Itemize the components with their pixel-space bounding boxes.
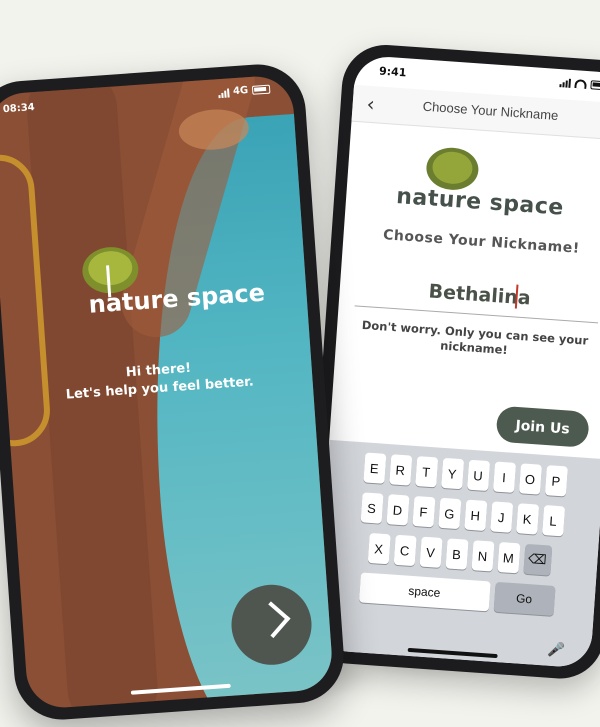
key-r[interactable]: R: [388, 454, 412, 486]
key-x[interactable]: X: [367, 532, 391, 565]
status-time: 08:34: [2, 102, 36, 116]
key-l[interactable]: L: [541, 504, 565, 537]
keyboard-row-4: space Go: [318, 570, 595, 619]
key-p[interactable]: P: [544, 465, 568, 497]
welcome-screen: 08:34 4G nature space Hi there! Let's he…: [0, 74, 335, 710]
key-k[interactable]: K: [515, 503, 539, 535]
on-screen-keyboard: E R T Y U I O P S D F G H J K L X C V B …: [314, 439, 600, 669]
key-e[interactable]: E: [362, 452, 386, 484]
key-o[interactable]: O: [518, 463, 542, 495]
join-us-button[interactable]: Join Us: [495, 405, 590, 448]
key-b[interactable]: B: [445, 538, 469, 570]
key-h[interactable]: H: [463, 499, 487, 531]
status-icons: [559, 77, 600, 90]
phone-welcome: 08:34 4G nature space Hi there! Let's he…: [0, 61, 347, 723]
keyboard-row-3: X C V B N M ⌫: [321, 530, 598, 579]
key-n[interactable]: N: [470, 540, 495, 572]
helper-text: Don't worry. Only you can see your nickn…: [361, 317, 589, 358]
battery-icon: [251, 84, 271, 95]
nickname-screen: 9:41 ‹ Choose Your Nickname › nature spa…: [314, 54, 600, 669]
keyboard-row-1: E R T Y U I O P: [326, 450, 600, 499]
battery-icon: [590, 79, 600, 90]
microphone-icon[interactable]: 🎤: [547, 642, 566, 659]
key-v[interactable]: V: [419, 536, 443, 568]
key-j[interactable]: J: [489, 501, 513, 533]
key-f[interactable]: F: [411, 495, 435, 528]
nickname-input[interactable]: [354, 267, 600, 323]
keyboard-row-2: S D F G H J K L: [324, 490, 600, 539]
chevron-right-icon: [253, 601, 291, 639]
phone-nickname: 9:41 ‹ Choose Your Nickname › nature spa…: [301, 42, 600, 682]
key-d[interactable]: D: [385, 494, 410, 526]
key-y[interactable]: Y: [440, 457, 464, 490]
key-i[interactable]: I: [492, 461, 516, 493]
backspace-icon[interactable]: ⌫: [522, 543, 552, 576]
signal-icon: [559, 77, 571, 88]
app-logo: nature space: [394, 144, 579, 236]
nav-title: Choose Your Nickname: [422, 98, 559, 124]
nickname-field[interactable]: [354, 267, 600, 324]
wifi-icon: [574, 78, 587, 89]
app-logo: nature space: [80, 237, 266, 329]
key-m[interactable]: M: [496, 541, 520, 574]
signal-icon: [218, 87, 230, 98]
status-time: 9:41: [378, 64, 407, 80]
key-g[interactable]: G: [437, 497, 461, 530]
go-key[interactable]: Go: [493, 581, 556, 616]
logo-text: nature space: [395, 183, 565, 221]
key-s[interactable]: S: [360, 492, 384, 524]
key-c[interactable]: C: [393, 534, 417, 567]
home-indicator: [407, 647, 498, 659]
network-label: 4G: [232, 85, 249, 98]
key-u[interactable]: U: [466, 459, 490, 492]
space-key[interactable]: space: [358, 572, 491, 612]
status-icons: 4G: [218, 84, 271, 99]
key-t[interactable]: T: [414, 456, 438, 488]
